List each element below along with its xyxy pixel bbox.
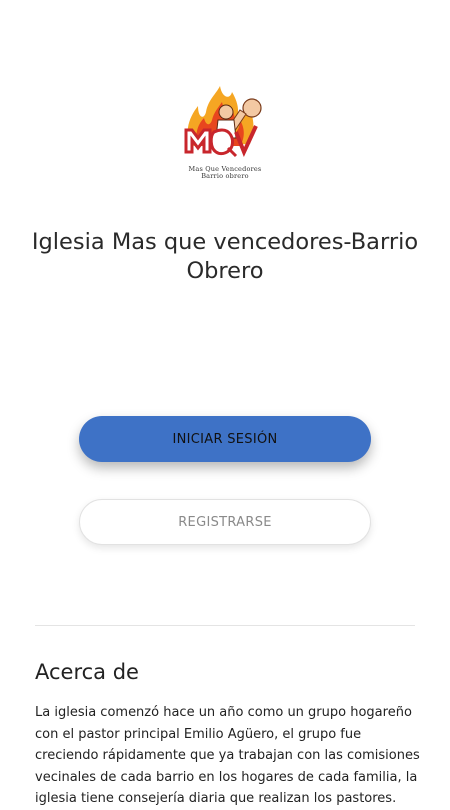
church-flame-fist-logo-icon [184, 86, 262, 158]
about-text: La iglesia comenzó hace un año como un g… [35, 705, 420, 806]
page-title: Iglesia Mas que vencedores-Barrio Obrero [31, 229, 419, 284]
about-heading: Acerca de [35, 660, 139, 684]
register-button[interactable]: REGISTRARSE [79, 499, 371, 545]
login-button[interactable]: INICIAR SESIÓN [79, 416, 371, 462]
login-button-label: INICIAR SESIÓN [172, 431, 278, 447]
section-divider [35, 625, 415, 626]
register-button-label: REGISTRARSE [178, 514, 272, 530]
church-logo: Mas Que Vencedores Barrio obrero [0, 86, 450, 180]
logo-caption-line2: Barrio obrero [201, 172, 249, 180]
logo-caption: Mas Que Vencedores Barrio obrero [189, 166, 262, 180]
